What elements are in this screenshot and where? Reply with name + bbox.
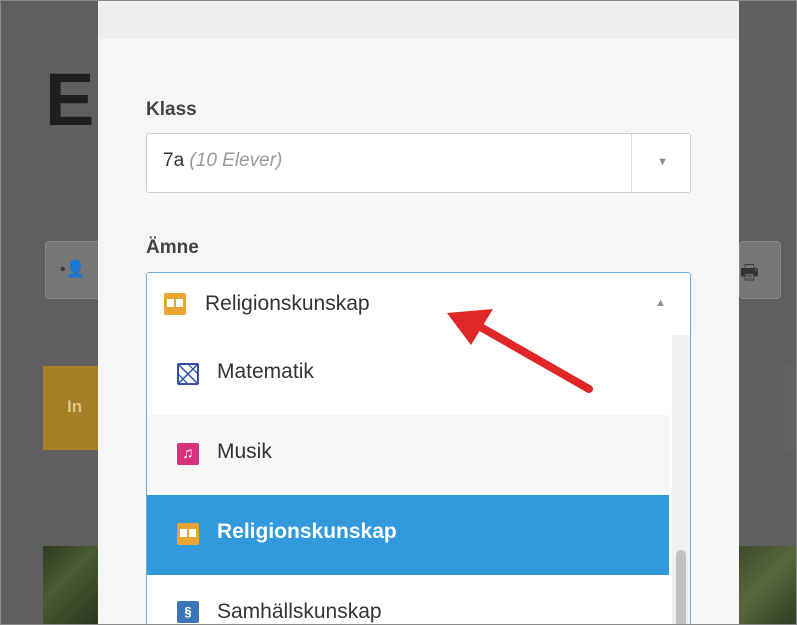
amne-dropdown[interactable]: Religionskunskap ▲ Matematik ♫ Musik Rel… [146, 272, 691, 624]
chevron-down-icon[interactable]: ▼ [657, 156, 668, 168]
amne-selected-value: Religionskunskap [205, 292, 370, 315]
print-icon: 🖶 [740, 262, 759, 284]
klass-select-value: 7a (10 Elever) [163, 150, 282, 172]
section-sign-icon: § [177, 601, 199, 623]
option-label: Musik [217, 440, 272, 463]
music-note-icon: ♫ [177, 443, 199, 465]
screenshot-frame: E •👤 🖶 In Klass 7a (10 Elever) ▼ Ämne Re… [0, 0, 797, 625]
background-photo [43, 546, 99, 624]
chevron-up-icon[interactable]: ▲ [655, 297, 666, 309]
background-action-label: In [67, 397, 83, 416]
klass-label: Klass [146, 99, 197, 120]
background-action-button[interactable]: In [43, 366, 101, 450]
option-label: Religionskunskap [217, 520, 397, 543]
add-user-icon: •👤 [60, 261, 86, 278]
option-samhallskunskap[interactable]: § Samhällskunskap [147, 575, 669, 624]
scrollbar-thumb[interactable] [676, 550, 686, 624]
select-divider [631, 134, 632, 192]
option-label: Samhällskunskap [217, 600, 382, 623]
book-icon [177, 523, 199, 545]
option-religionskunskap[interactable]: Religionskunskap [147, 495, 669, 575]
dropdown-scrollbar[interactable] [672, 335, 690, 624]
modal-header [98, 1, 739, 39]
page-title: E [45, 58, 95, 141]
klass-value-detail: (10 Elever) [189, 150, 283, 171]
geometry-icon [177, 363, 199, 385]
book-icon [164, 293, 186, 315]
klass-select[interactable]: 7a (10 Elever) ▼ [146, 133, 691, 193]
add-user-button[interactable]: •👤 [45, 241, 103, 299]
amne-select-current[interactable]: Religionskunskap ▲ [147, 273, 690, 335]
annotation-arrow-icon [447, 309, 593, 393]
klass-value: 7a [163, 150, 185, 171]
modal-dialog: Klass 7a (10 Elever) ▼ Ämne Religionskun… [98, 1, 739, 624]
print-button[interactable]: 🖶 [739, 241, 781, 299]
background-photo [739, 546, 796, 624]
option-musik[interactable]: ♫ Musik [147, 415, 669, 495]
amne-label: Ämne [146, 237, 199, 258]
background-panel-edge [784, 366, 796, 450]
option-label: Matematik [217, 360, 314, 383]
